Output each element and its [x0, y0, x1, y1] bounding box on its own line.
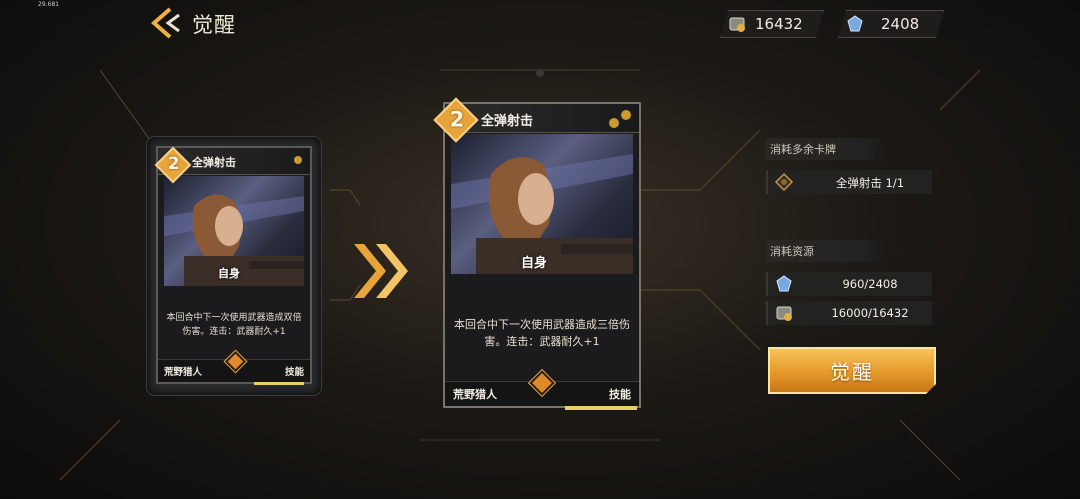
card-footer: 荒野猎人 技能: [158, 350, 310, 382]
crystal-resource: 2408: [838, 10, 944, 38]
card-description: 本回合中下一次使用武器造成三倍伤害。连击：武器耐久+1: [454, 318, 630, 349]
gold-resource: 16432: [720, 10, 824, 38]
card-stripe: [254, 382, 304, 385]
card-type: 技能: [284, 367, 304, 378]
card-class: 荒野猎人: [453, 388, 497, 401]
card-before[interactable]: 全弹射击 自身 本回合中下一次使用武器造成双倍伤害。连击：武器耐久+1 荒野猎人…: [156, 146, 312, 385]
gold-coin-icon: [727, 14, 747, 34]
card-after[interactable]: 全弹射击 自身 本回合中下一次使用武器造成三倍伤害。连击：武器耐久+1 荒野猎人…: [443, 102, 641, 410]
upgrade-arrows-icon: [354, 244, 408, 298]
card-description: 本回合中下一次使用武器造成双倍伤害。连击：武器耐久+1: [166, 313, 302, 337]
consume-cards-label: 消耗多余卡牌: [766, 138, 886, 160]
card-thumbnail-icon: [774, 172, 794, 192]
card-footer: 荒野猎人 技能: [445, 370, 639, 406]
awaken-button[interactable]: 觉醒: [768, 347, 936, 394]
fps-counter: 29.681: [38, 1, 59, 8]
crystal-cost-row: 960/2408: [766, 272, 932, 296]
rarity-gem-icon: [224, 350, 247, 373]
gold-cost-row: 16000/16432: [766, 301, 932, 325]
rarity-gem-icon: [529, 370, 555, 396]
consume-resources-label: 消耗资源: [766, 240, 886, 262]
consume-card-count: 全弹射击 1/1: [835, 176, 905, 190]
card-type: 技能: [609, 388, 631, 401]
crystal-icon: [845, 14, 865, 34]
card-stripe: [565, 406, 637, 410]
back-arrow-icon[interactable]: [148, 6, 184, 40]
gold-cost-value: 16000/16432: [831, 306, 909, 320]
card-name: 全弹射击: [481, 114, 534, 129]
consume-card-row: 全弹射击 1/1: [766, 170, 932, 194]
awaken-button-label: 觉醒: [830, 360, 874, 384]
gold-coin-icon: [776, 306, 792, 321]
crystal-cost-value: 960/2408: [842, 277, 898, 291]
gold-value: 16432: [755, 15, 803, 33]
card-name: 全弹射击: [192, 156, 236, 169]
page-title: 觉醒: [192, 13, 236, 37]
self-target-tag: 自身: [218, 267, 240, 280]
crystal-value: 2408: [881, 15, 920, 33]
crystal-icon: [776, 275, 792, 292]
card-class: 荒野猎人: [164, 367, 203, 378]
self-target-tag: 自身: [521, 256, 548, 271]
